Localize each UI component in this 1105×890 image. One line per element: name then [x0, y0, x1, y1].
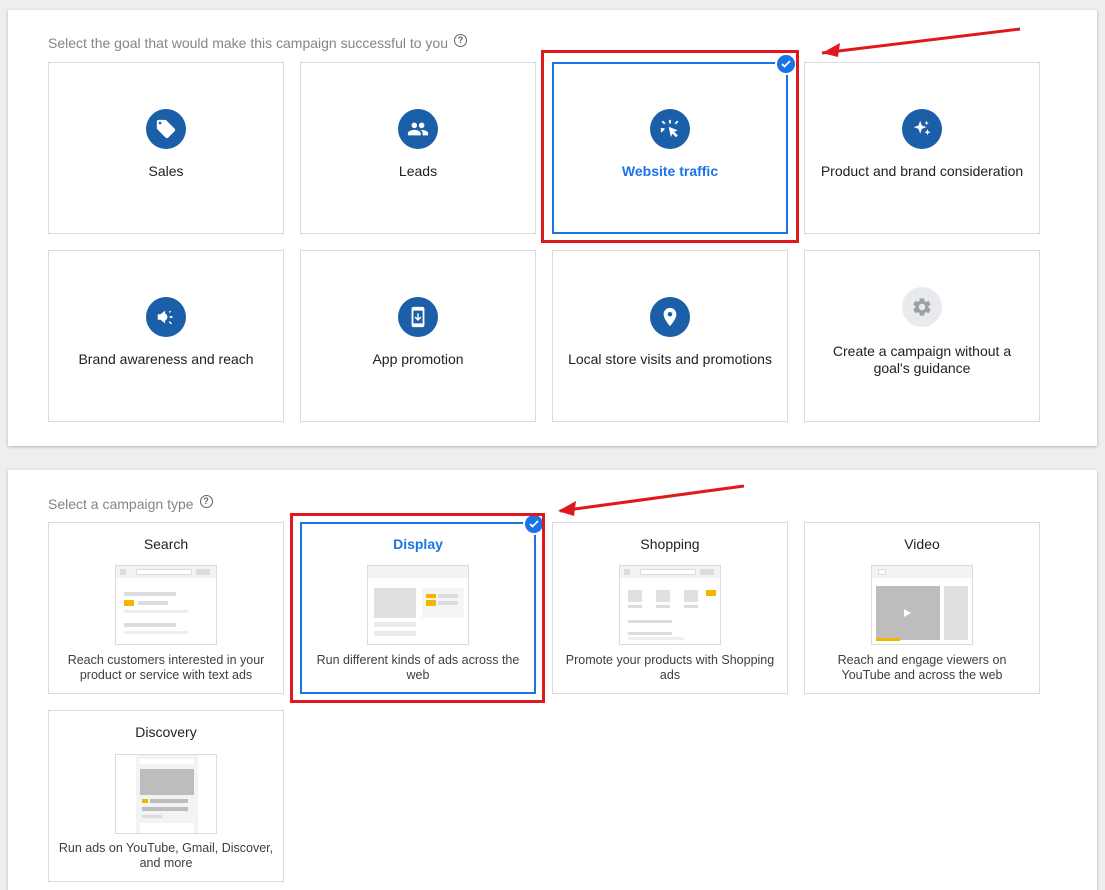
goal-card-brand-awareness[interactable]: Brand awareness and reach — [48, 250, 284, 422]
gear-icon — [902, 287, 942, 327]
goal-selection-panel: Select the goal that would make this cam… — [8, 10, 1097, 446]
help-icon[interactable]: ? — [199, 494, 213, 508]
goal-card-product-brand-consideration[interactable]: Product and brand consideration — [804, 62, 1040, 234]
goal-card-app-promotion[interactable]: App promotion — [300, 250, 536, 422]
type-description: Promote your products with Shopping ads — [565, 653, 775, 682]
goal-label: Sales — [148, 163, 184, 179]
shopping-ad-preview — [619, 565, 721, 645]
type-section-label: Select a campaign type — [48, 496, 194, 512]
campaign-type-video[interactable]: Video Reach and engage viewers on YouTub… — [804, 522, 1040, 694]
help-icon[interactable]: ? — [454, 33, 467, 47]
location-pin-icon — [650, 297, 690, 337]
type-title: Search — [143, 536, 189, 552]
phone-download-icon — [398, 297, 438, 337]
type-title: Video — [904, 536, 940, 552]
type-title: Display — [393, 536, 443, 552]
cursor-click-icon — [650, 109, 690, 149]
goal-label: Local store visits and promotions — [568, 351, 772, 367]
goal-card-website-traffic[interactable]: Website traffic — [552, 53, 797, 234]
goal-label: Brand awareness and reach — [78, 351, 254, 367]
tag-icon — [146, 109, 186, 149]
campaign-type-shopping[interactable]: Shopping Promote your products with Shop… — [552, 522, 788, 694]
goal-card-local-store-visits[interactable]: Local store visits and promotions — [552, 250, 788, 422]
type-description: Run ads on YouTube, Gmail, Discover, and… — [58, 841, 274, 870]
goal-section-label: Select the goal that would make this cam… — [48, 35, 448, 51]
checkmark-icon — [775, 53, 797, 75]
play-icon — [904, 609, 911, 617]
type-title: Shopping — [640, 536, 700, 552]
goal-label: App promotion — [372, 351, 464, 367]
goal-label: Leads — [398, 163, 438, 179]
display-ad-preview — [367, 565, 469, 645]
video-ad-preview — [871, 565, 973, 645]
type-section-header: Select a campaign type ? — [48, 494, 213, 512]
type-title: Discovery — [135, 724, 197, 740]
campaign-type-discovery[interactable]: Discovery Run ads on YouTube, Gmail, Dis… — [48, 710, 284, 882]
goal-label: Product and brand consideration — [820, 163, 1024, 179]
goal-card-leads[interactable]: Leads — [300, 62, 536, 234]
goal-label: Create a campaign without a goal's guida… — [832, 343, 1012, 376]
campaign-type-panel: Select a campaign type ? Search Reach cu… — [8, 470, 1097, 890]
goal-card-no-goal-guidance[interactable]: Create a campaign without a goal's guida… — [804, 250, 1040, 422]
sparkle-icon — [902, 109, 942, 149]
campaign-type-search[interactable]: Search Reach customers interested in you… — [48, 522, 284, 694]
search-ad-preview — [115, 565, 217, 645]
megaphone-icon — [146, 297, 186, 337]
type-description: Reach customers interested in your produ… — [67, 653, 265, 682]
type-description: Reach and engage viewers on YouTube and … — [837, 653, 1007, 682]
campaign-type-display[interactable]: Display Run different kinds of ads acros… — [300, 513, 545, 694]
type-description: Run different kinds of ads across the we… — [316, 653, 520, 682]
checkmark-icon — [523, 513, 545, 535]
people-icon — [398, 109, 438, 149]
goal-section-header: Select the goal that would make this cam… — [48, 33, 467, 51]
goal-label: Website traffic — [621, 163, 719, 179]
goal-card-sales[interactable]: Sales — [48, 62, 284, 234]
discovery-ad-preview — [115, 754, 217, 834]
